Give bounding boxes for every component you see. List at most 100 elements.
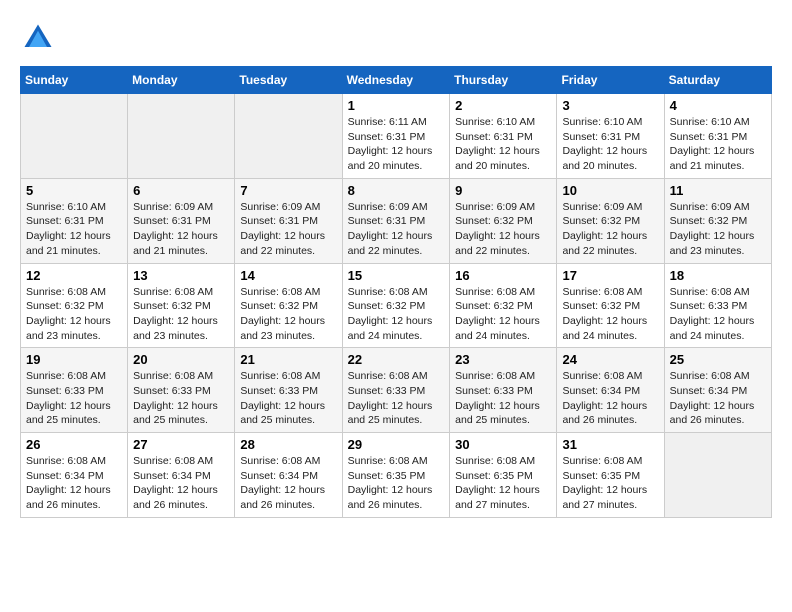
empty-cell xyxy=(21,94,128,179)
day-number: 13 xyxy=(133,268,229,283)
day-number: 1 xyxy=(348,98,445,113)
calendar-table: SundayMondayTuesdayWednesdayThursdayFrid… xyxy=(20,66,772,518)
day-number: 30 xyxy=(455,437,551,452)
day-number: 24 xyxy=(562,352,658,367)
day-number: 19 xyxy=(26,352,122,367)
day-info: Sunrise: 6:09 AMSunset: 6:32 PMDaylight:… xyxy=(562,200,658,259)
day-info: Sunrise: 6:09 AMSunset: 6:31 PMDaylight:… xyxy=(348,200,445,259)
day-info: Sunrise: 6:09 AMSunset: 6:32 PMDaylight:… xyxy=(670,200,766,259)
day-info: Sunrise: 6:08 AMSunset: 6:32 PMDaylight:… xyxy=(562,285,658,344)
day-info: Sunrise: 6:08 AMSunset: 6:32 PMDaylight:… xyxy=(348,285,445,344)
day-number: 14 xyxy=(240,268,336,283)
weekday-header-monday: Monday xyxy=(128,67,235,94)
calendar-day-22: 22 Sunrise: 6:08 AMSunset: 6:33 PMDayligh… xyxy=(342,348,450,433)
day-number: 22 xyxy=(348,352,445,367)
day-info: Sunrise: 6:08 AMSunset: 6:33 PMDaylight:… xyxy=(26,369,122,428)
day-info: Sunrise: 6:09 AMSunset: 6:32 PMDaylight:… xyxy=(455,200,551,259)
logo-icon xyxy=(20,20,56,56)
weekday-header-tuesday: Tuesday xyxy=(235,67,342,94)
day-number: 17 xyxy=(562,268,658,283)
weekday-header-thursday: Thursday xyxy=(450,67,557,94)
calendar-day-31: 31Sunrise: 6:08 AMSunset: 6:35 PMDayligh… xyxy=(557,433,664,518)
day-info: Sunrise: 6:08 AMSunset: 6:32 PMDaylight:… xyxy=(455,285,551,344)
calendar-day-13: 13 Sunrise: 6:08 AMSunset: 6:32 PMDayligh… xyxy=(128,263,235,348)
weekday-header-saturday: Saturday xyxy=(664,67,771,94)
calendar-day-6: 6 Sunrise: 6:09 AMSunset: 6:31 PMDaylight… xyxy=(128,178,235,263)
day-info: Sunrise: 6:08 AMSunset: 6:33 PMDaylight:… xyxy=(240,369,336,428)
day-number: 5 xyxy=(26,183,122,198)
day-number: 10 xyxy=(562,183,658,198)
calendar-day-28: 28 Sunrise: 6:08 AMSunset: 6:34 PMDayligh… xyxy=(235,433,342,518)
day-number: 4 xyxy=(670,98,766,113)
day-number: 9 xyxy=(455,183,551,198)
calendar-day-1: 1Sunrise: 6:11 AMSunset: 6:31 PMDaylight… xyxy=(342,94,450,179)
day-number: 28 xyxy=(240,437,336,452)
day-info: Sunrise: 6:08 AMSunset: 6:35 PMDaylight:… xyxy=(348,454,445,513)
calendar-day-15: 15 Sunrise: 6:08 AMSunset: 6:32 PMDayligh… xyxy=(342,263,450,348)
empty-cell xyxy=(128,94,235,179)
empty-cell xyxy=(235,94,342,179)
day-info: Sunrise: 6:08 AMSunset: 6:34 PMDaylight:… xyxy=(133,454,229,513)
weekday-header-row: SundayMondayTuesdayWednesdayThursdayFrid… xyxy=(21,67,772,94)
day-number: 2 xyxy=(455,98,551,113)
calendar-day-14: 14 Sunrise: 6:08 AMSunset: 6:32 PMDayligh… xyxy=(235,263,342,348)
calendar-day-3: 3 Sunrise: 6:10 AMSunset: 6:31 PMDaylight… xyxy=(557,94,664,179)
calendar-day-30: 30 Sunrise: 6:08 AMSunset: 6:35 PMDayligh… xyxy=(450,433,557,518)
logo xyxy=(20,20,60,56)
day-info: Sunrise: 6:09 AMSunset: 6:31 PMDaylight:… xyxy=(133,200,229,259)
day-number: 7 xyxy=(240,183,336,198)
calendar-day-16: 16 Sunrise: 6:08 AMSunset: 6:32 PMDayligh… xyxy=(450,263,557,348)
calendar-week-5: 26 Sunrise: 6:08 AMSunset: 6:34 PMDayligh… xyxy=(21,433,772,518)
calendar-day-25: 25Sunrise: 6:08 AMSunset: 6:34 PMDayligh… xyxy=(664,348,771,433)
calendar-week-1: 1Sunrise: 6:11 AMSunset: 6:31 PMDaylight… xyxy=(21,94,772,179)
calendar-day-26: 26 Sunrise: 6:08 AMSunset: 6:34 PMDayligh… xyxy=(21,433,128,518)
day-number: 6 xyxy=(133,183,229,198)
day-number: 8 xyxy=(348,183,445,198)
calendar-day-7: 7 Sunrise: 6:09 AMSunset: 6:31 PMDaylight… xyxy=(235,178,342,263)
day-info: Sunrise: 6:10 AMSunset: 6:31 PMDaylight:… xyxy=(26,200,122,259)
day-info: Sunrise: 6:08 AMSunset: 6:33 PMDaylight:… xyxy=(133,369,229,428)
weekday-header-sunday: Sunday xyxy=(21,67,128,94)
day-number: 29 xyxy=(348,437,445,452)
day-number: 18 xyxy=(670,268,766,283)
calendar-day-18: 18Sunrise: 6:08 AMSunset: 6:33 PMDayligh… xyxy=(664,263,771,348)
calendar-day-21: 21 Sunrise: 6:08 AMSunset: 6:33 PMDayligh… xyxy=(235,348,342,433)
calendar-day-4: 4Sunrise: 6:10 AMSunset: 6:31 PMDaylight… xyxy=(664,94,771,179)
day-info: Sunrise: 6:08 AMSunset: 6:34 PMDaylight:… xyxy=(240,454,336,513)
calendar-day-27: 27Sunrise: 6:08 AMSunset: 6:34 PMDayligh… xyxy=(128,433,235,518)
day-number: 15 xyxy=(348,268,445,283)
calendar-day-17: 17 Sunrise: 6:08 AMSunset: 6:32 PMDayligh… xyxy=(557,263,664,348)
calendar-day-11: 11 Sunrise: 6:09 AMSunset: 6:32 PMDayligh… xyxy=(664,178,771,263)
empty-cell xyxy=(664,433,771,518)
day-number: 25 xyxy=(670,352,766,367)
calendar-day-8: 8 Sunrise: 6:09 AMSunset: 6:31 PMDaylight… xyxy=(342,178,450,263)
day-info: Sunrise: 6:08 AMSunset: 6:34 PMDaylight:… xyxy=(26,454,122,513)
calendar-day-23: 23Sunrise: 6:08 AMSunset: 6:33 PMDayligh… xyxy=(450,348,557,433)
day-number: 11 xyxy=(670,183,766,198)
calendar-day-5: 5 Sunrise: 6:10 AMSunset: 6:31 PMDaylight… xyxy=(21,178,128,263)
day-number: 23 xyxy=(455,352,551,367)
day-info: Sunrise: 6:08 AMSunset: 6:35 PMDaylight:… xyxy=(455,454,551,513)
weekday-header-friday: Friday xyxy=(557,67,664,94)
day-info: Sunrise: 6:09 AMSunset: 6:31 PMDaylight:… xyxy=(240,200,336,259)
day-info: Sunrise: 6:10 AMSunset: 6:31 PMDaylight:… xyxy=(562,115,658,174)
day-info: Sunrise: 6:08 AMSunset: 6:32 PMDaylight:… xyxy=(133,285,229,344)
weekday-header-wednesday: Wednesday xyxy=(342,67,450,94)
calendar-day-24: 24Sunrise: 6:08 AMSunset: 6:34 PMDayligh… xyxy=(557,348,664,433)
calendar-day-12: 12Sunrise: 6:08 AMSunset: 6:32 PMDayligh… xyxy=(21,263,128,348)
day-info: Sunrise: 6:08 AMSunset: 6:32 PMDaylight:… xyxy=(26,285,122,344)
day-info: Sunrise: 6:08 AMSunset: 6:35 PMDaylight:… xyxy=(562,454,658,513)
day-number: 20 xyxy=(133,352,229,367)
calendar-day-2: 2 Sunrise: 6:10 AMSunset: 6:31 PMDaylight… xyxy=(450,94,557,179)
day-number: 26 xyxy=(26,437,122,452)
calendar-day-9: 9 Sunrise: 6:09 AMSunset: 6:32 PMDaylight… xyxy=(450,178,557,263)
day-number: 3 xyxy=(562,98,658,113)
day-info: Sunrise: 6:10 AMSunset: 6:31 PMDaylight:… xyxy=(455,115,551,174)
day-number: 16 xyxy=(455,268,551,283)
day-number: 21 xyxy=(240,352,336,367)
page-header xyxy=(20,20,772,56)
day-info: Sunrise: 6:08 AMSunset: 6:33 PMDaylight:… xyxy=(348,369,445,428)
calendar-week-4: 19 Sunrise: 6:08 AMSunset: 6:33 PMDayligh… xyxy=(21,348,772,433)
day-info: Sunrise: 6:08 AMSunset: 6:32 PMDaylight:… xyxy=(240,285,336,344)
calendar-day-29: 29 Sunrise: 6:08 AMSunset: 6:35 PMDayligh… xyxy=(342,433,450,518)
